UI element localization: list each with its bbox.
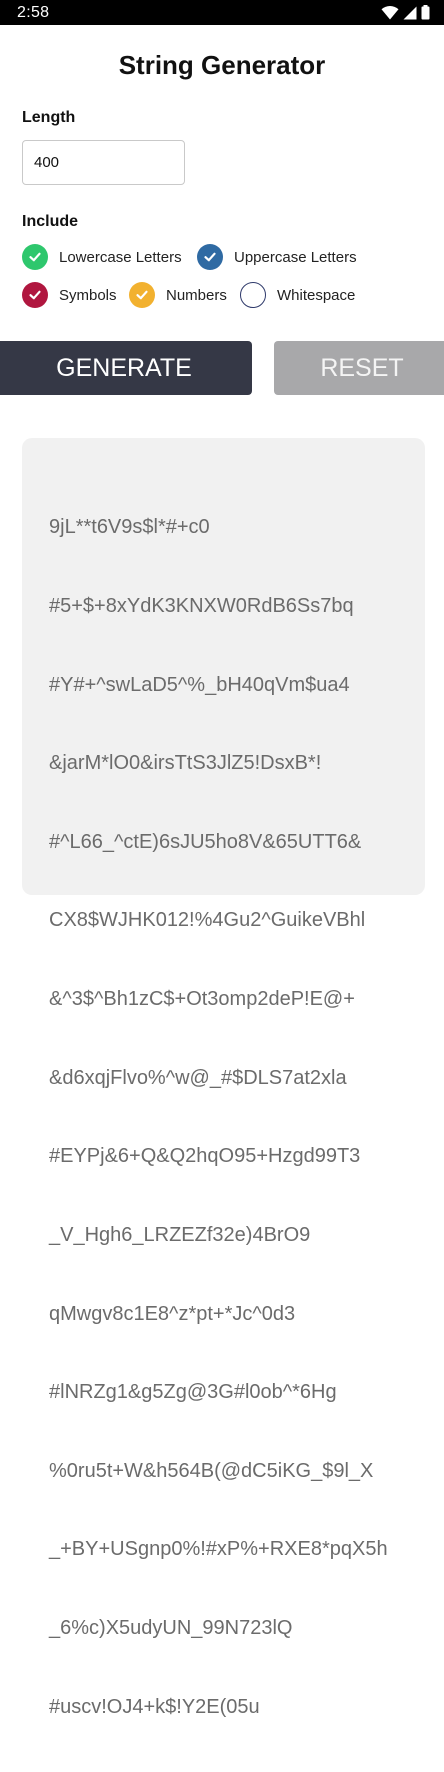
output-line: CX8$WJHK012!%4Gu2^GuikeVBhl xyxy=(49,909,366,932)
check-icon[interactable] xyxy=(22,282,48,308)
check-icon[interactable] xyxy=(197,244,223,270)
status-time: 2:58 xyxy=(17,3,50,21)
output-line: _6%c)X5udyUN_99N723lQ xyxy=(49,1616,293,1639)
include-label: Include xyxy=(22,213,79,230)
signal-icon xyxy=(403,6,417,20)
output-line: #EYPj&6+Q&Q2hqO95+Hzgd99T3 xyxy=(49,1145,361,1168)
status-icons xyxy=(381,5,430,20)
length-label: Length xyxy=(22,109,76,126)
length-input[interactable] xyxy=(22,140,185,185)
output-text[interactable]: 9jL**t6V9s$l*#+c0 #5+$+8xYdK3KNXW0RdB6Ss… xyxy=(49,462,413,1772)
output-line: qMwgv8c1E8^z*pt+*Jc^0d3 xyxy=(49,1302,296,1325)
output-line: #5+$+8xYdK3KNXW0RdB6Ss7bq xyxy=(49,595,354,618)
wifi-icon xyxy=(381,5,399,20)
check-icon[interactable] xyxy=(22,244,48,270)
output-line: #^L66_^ctE)6sJU5ho8V&65UTT6& xyxy=(49,830,362,853)
option-uppercase[interactable]: Uppercase Letters xyxy=(197,244,357,270)
check-icon[interactable] xyxy=(129,282,155,308)
page-title: String Generator xyxy=(118,50,326,80)
option-numbers[interactable]: Numbers xyxy=(129,282,227,308)
unchecked-circle-icon[interactable] xyxy=(240,282,266,308)
output-line: &jarM*lO0&irsTtS3JlZ5!DsxB*! xyxy=(49,752,322,775)
output-line: 9jL**t6V9s$l*#+c0 xyxy=(49,516,210,539)
option-label: Numbers xyxy=(166,286,227,304)
option-lowercase[interactable]: Lowercase Letters xyxy=(22,244,182,270)
output-line: &d6xqjFlvo%^w@_#$DLS7at2xla xyxy=(49,1066,347,1089)
output-line: #uscv!OJ4+k$!Y2E(05u xyxy=(49,1695,260,1718)
option-label: Symbols xyxy=(59,286,117,304)
output-card: 9jL**t6V9s$l*#+c0 #5+$+8xYdK3KNXW0RdB6Ss… xyxy=(22,438,425,1718)
option-symbols[interactable]: Symbols xyxy=(22,282,117,308)
option-label: Whitespace xyxy=(277,286,356,304)
output-line: _V_Hgh6_LRZEZf32e)4BrO9 xyxy=(49,1223,311,1246)
output-line: #lNRZg1&g5Zg@3G#l0ob^*6Hg xyxy=(49,1381,337,1404)
reset-button[interactable]: RESET xyxy=(274,341,444,395)
output-line: #Y#+^swLaD5^%_bH40qVm$ua4 xyxy=(49,673,350,696)
option-whitespace[interactable]: Whitespace xyxy=(240,282,355,308)
status-bar: 2:58 xyxy=(0,0,444,25)
output-line: %0ru5t+W&h564B(@dC5iKG_$9l_X xyxy=(49,1459,374,1482)
option-label: Lowercase Letters xyxy=(59,248,182,266)
output-line: _+BY+USgnp0%!#xP%+RXE8*pqX5h xyxy=(49,1538,388,1561)
generate-button[interactable]: GENERATE xyxy=(0,341,252,395)
option-label: Uppercase Letters xyxy=(234,248,357,266)
output-line: &^3$^Bh1zC$+Ot3omp2deP!E@+ xyxy=(49,988,355,1011)
battery-icon xyxy=(421,5,430,20)
